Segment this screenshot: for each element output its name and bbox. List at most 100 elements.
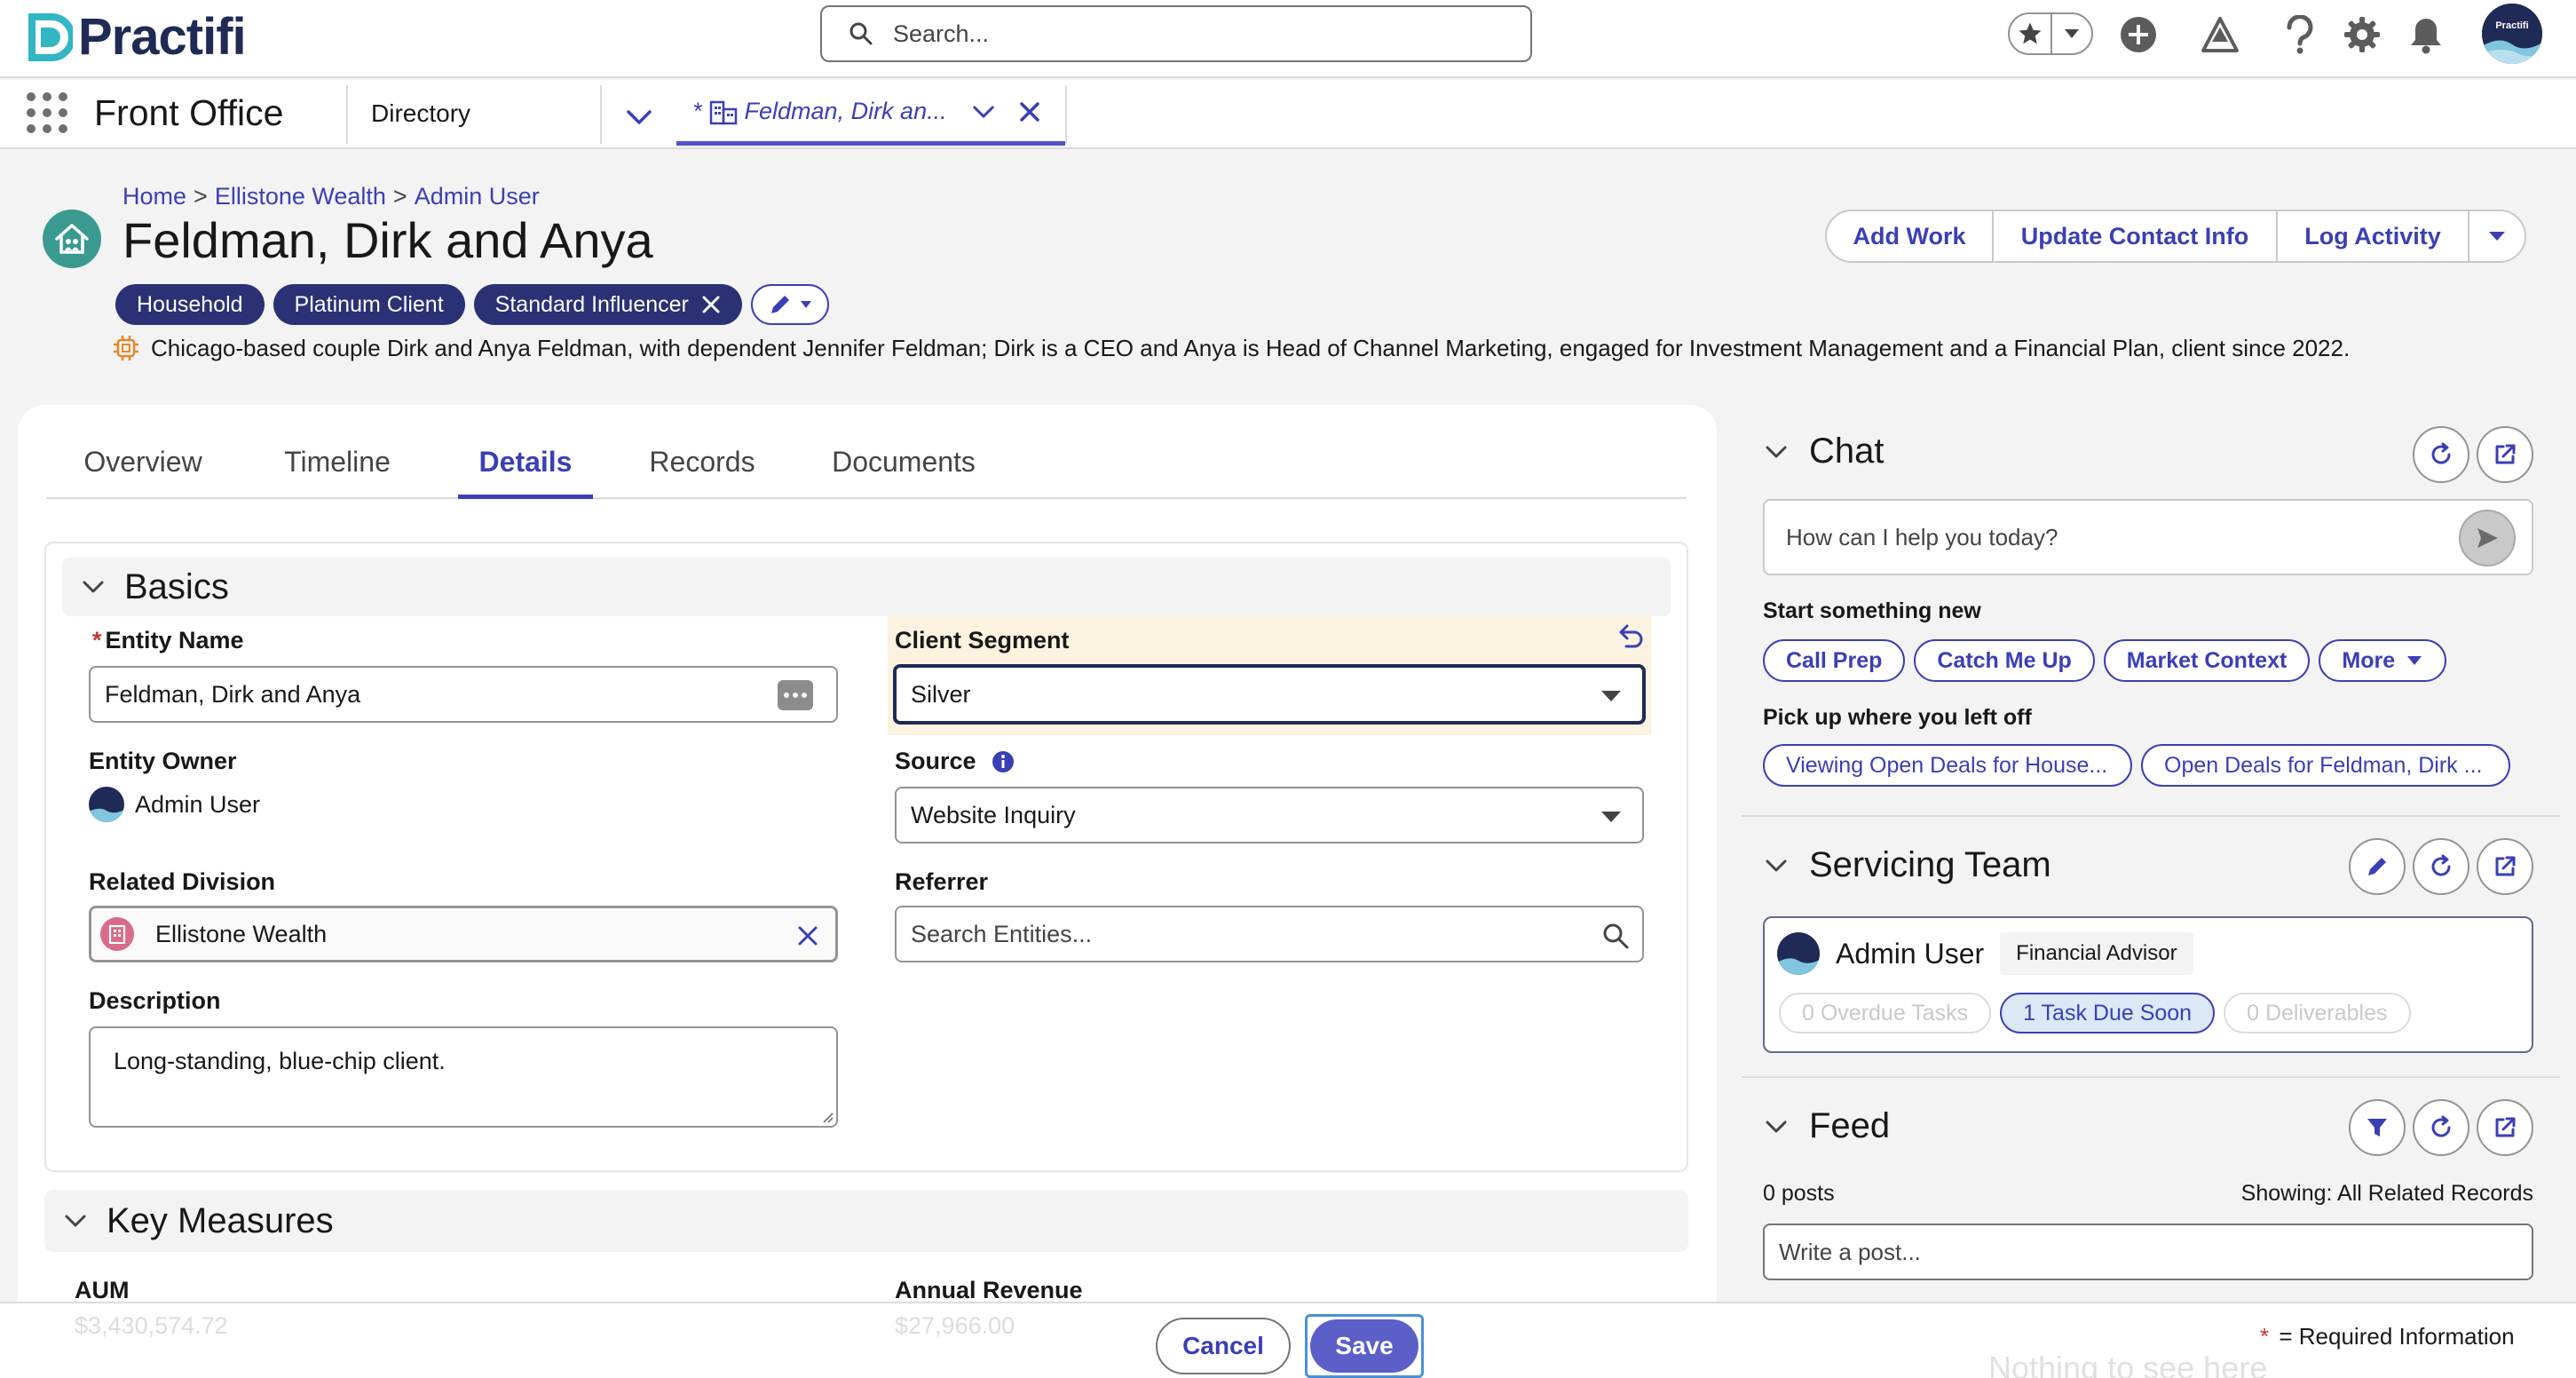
chat-quick-actions: Call Prep Catch Me Up Market Context Mor… [1763, 639, 2447, 682]
breadcrumb-division-link[interactable]: Ellistone Wealth [215, 183, 386, 210]
more-options-icon[interactable] [778, 680, 813, 710]
edit-tags-button[interactable] [750, 284, 829, 325]
more-prompts-button[interactable]: More [2319, 639, 2447, 682]
chevron-down-icon [1766, 859, 1787, 871]
breadcrumb-home-link[interactable]: Home [122, 183, 186, 210]
filter-icon [2367, 1119, 2387, 1136]
record-tabs: Overview Timeline Details Records Docume… [46, 439, 1687, 499]
chat-input[interactable]: How can I help you today? [1763, 499, 2533, 575]
remove-tag-icon[interactable] [701, 295, 721, 314]
logo-wordmark: Practifi [78, 8, 247, 66]
recent-thread-item[interactable]: Viewing Open Deals for House... [1763, 744, 2132, 787]
client-segment-select[interactable]: Silver [893, 664, 1646, 725]
caret-down-icon [2489, 232, 2505, 241]
more-actions-button[interactable] [2469, 210, 2526, 263]
save-button[interactable]: Save [1310, 1319, 1418, 1373]
tasks-due-soon-count[interactable]: 1 Task Due Soon [2000, 993, 2216, 1034]
chat-header[interactable]: Chat [1763, 432, 1885, 471]
close-tab-icon[interactable] [1016, 99, 1043, 125]
favorite-button[interactable] [2010, 14, 2051, 53]
nav-divider [600, 85, 602, 144]
tab-documents[interactable]: Documents [810, 439, 998, 499]
trailhead-button[interactable] [2198, 12, 2242, 57]
global-search[interactable]: Search... [820, 5, 1532, 62]
external-link-icon [2495, 856, 2516, 876]
basics-section-header[interactable]: Basics [62, 558, 1671, 616]
info-icon[interactable] [991, 749, 1015, 774]
refresh-icon [2431, 442, 2451, 464]
favorites-list-button[interactable] [2050, 14, 2091, 53]
caret-down-icon [1601, 812, 1621, 822]
tab-overview[interactable]: Overview [67, 439, 218, 499]
log-activity-button[interactable]: Log Activity [2278, 210, 2469, 263]
app-name: Front Office [94, 92, 284, 133]
section-divider [1742, 1076, 2560, 1078]
tag-platinum-client[interactable]: Platinum Client [273, 284, 465, 325]
servicing-team-edit-button[interactable] [2349, 838, 2406, 895]
global-actions-button[interactable] [2116, 12, 2161, 57]
source-select[interactable]: Website Inquiry [895, 787, 1644, 843]
feed-filter-button[interactable] [2349, 1099, 2406, 1156]
add-work-button[interactable]: Add Work [1825, 210, 1994, 263]
send-message-button[interactable] [2459, 510, 2516, 566]
app-launcher-icon[interactable] [27, 92, 67, 133]
update-contact-info-button[interactable]: Update Contact Info [1994, 210, 2278, 263]
caret-down-icon [800, 301, 811, 308]
feed-refresh-button[interactable] [2413, 1099, 2469, 1156]
tab-records[interactable]: Records [636, 439, 769, 499]
undo-icon[interactable] [1616, 622, 1646, 652]
feed-header[interactable]: Feed [1763, 1106, 1890, 1146]
call-prep-button[interactable]: Call Prep [1763, 639, 1906, 682]
ai-chip-icon [114, 336, 138, 360]
description-textarea[interactable]: Long-standing, blue-chip client. [89, 1026, 838, 1128]
send-icon [2477, 528, 2498, 548]
key-measures-section-header[interactable]: Key Measures [44, 1190, 1688, 1252]
refresh-icon [2431, 854, 2451, 876]
tag-standard-influencer[interactable]: Standard Influencer [473, 284, 742, 325]
feed-post-count: 0 posts [1763, 1181, 1835, 1206]
setup-button[interactable] [2340, 12, 2384, 57]
user-avatar[interactable]: Practifi [2482, 4, 2542, 64]
write-post-placeholder: Write a post... [1779, 1238, 1921, 1265]
practifi-logo[interactable]: Practifi [25, 7, 247, 67]
related-division-lookup[interactable]: Ellistone Wealth [89, 906, 838, 962]
record-workspace-tab[interactable]: * Feldman, Dirk an... [676, 82, 1065, 146]
cancel-button[interactable]: Cancel [1156, 1318, 1291, 1374]
servicing-team-refresh-button[interactable] [2413, 838, 2469, 895]
clear-selection-icon[interactable] [796, 924, 819, 947]
servicing-team-header[interactable]: Servicing Team [1763, 845, 2051, 885]
gear-icon [2344, 17, 2380, 52]
market-context-button[interactable]: Market Context [2103, 639, 2311, 682]
tag-household[interactable]: Household [115, 284, 265, 325]
chat-popout-button[interactable] [2477, 426, 2533, 483]
search-icon [849, 22, 873, 45]
description-label: Description [89, 987, 221, 1014]
tab-menu-chevron-icon[interactable] [968, 97, 999, 127]
tag-label: Platinum Client [294, 291, 444, 317]
tab-details[interactable]: Details [458, 439, 593, 499]
feed-showing-filter[interactable]: Showing: All Related Records [2240, 1181, 2533, 1207]
resize-handle-icon[interactable] [820, 1110, 834, 1124]
chat-refresh-button[interactable] [2413, 426, 2469, 483]
deliverables-count[interactable]: 0 Deliverables [2224, 993, 2411, 1034]
overdue-tasks-count[interactable]: 0 Overdue Tasks [1779, 993, 1992, 1034]
feed-popout-button[interactable] [2477, 1099, 2533, 1156]
servicing-team-popout-button[interactable] [2477, 838, 2533, 895]
write-post-input[interactable]: Write a post... [1763, 1224, 2533, 1280]
section-divider [1742, 815, 2560, 817]
entity-owner-link[interactable]: Admin User [135, 791, 260, 819]
chat-input-placeholder: How can I help you today? [1786, 523, 2058, 550]
nav-item-directory[interactable]: Directory [371, 99, 470, 128]
catch-me-up-button[interactable]: Catch Me Up [1914, 639, 2095, 682]
entity-name-input[interactable]: Feldman, Dirk and Anya [89, 666, 838, 723]
notifications-button[interactable] [2404, 12, 2448, 57]
source-label-row: Source [895, 748, 1015, 775]
referrer-lookup[interactable]: Search Entities... [895, 906, 1644, 962]
directory-menu-button[interactable] [621, 99, 657, 135]
team-member-name[interactable]: Admin User [1836, 938, 1984, 970]
help-button[interactable] [2278, 12, 2322, 57]
breadcrumb-user-link[interactable]: Admin User [415, 183, 540, 210]
tab-timeline[interactable]: Timeline [257, 439, 417, 499]
external-link-icon [2495, 1117, 2516, 1137]
recent-thread-item[interactable]: Open Deals for Feldman, Dirk ... [2141, 744, 2510, 787]
